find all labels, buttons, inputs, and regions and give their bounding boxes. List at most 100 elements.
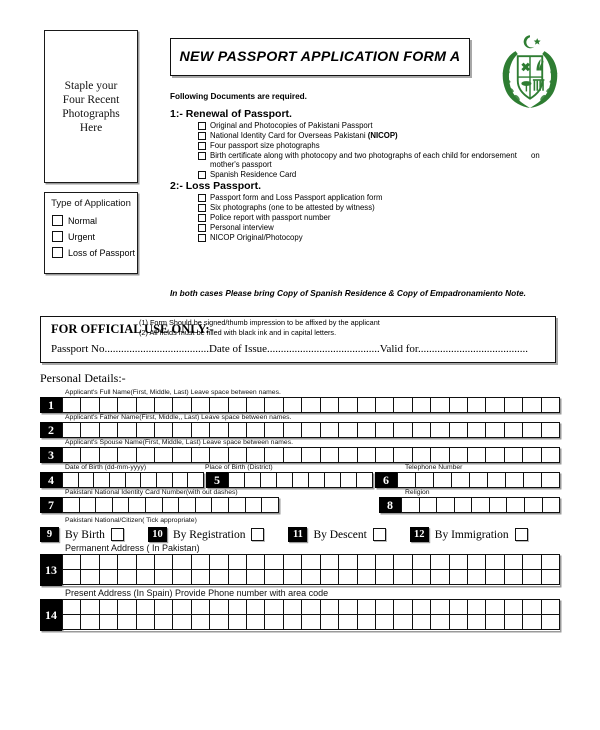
input-cell[interactable] bbox=[135, 397, 156, 413]
input-cell[interactable] bbox=[466, 569, 487, 585]
input-cell[interactable] bbox=[190, 554, 211, 570]
input-cell[interactable] bbox=[506, 497, 525, 513]
input-cell[interactable] bbox=[109, 472, 126, 488]
input-cell[interactable] bbox=[246, 599, 266, 615]
input-cell[interactable] bbox=[62, 422, 82, 438]
checkbox-icon[interactable] bbox=[198, 194, 206, 203]
checkbox-icon[interactable] bbox=[198, 233, 206, 242]
input-cell[interactable] bbox=[228, 497, 246, 513]
input-cell[interactable] bbox=[319, 569, 340, 585]
input-cell[interactable] bbox=[98, 554, 119, 570]
input-cell[interactable] bbox=[117, 614, 137, 630]
input-cell[interactable] bbox=[397, 472, 416, 488]
input-cell[interactable] bbox=[540, 397, 560, 413]
document-item[interactable]: Passport form and Loss Passport applicat… bbox=[198, 193, 570, 202]
input-cell[interactable] bbox=[356, 422, 376, 438]
input-cell[interactable] bbox=[319, 422, 340, 438]
input-cell[interactable] bbox=[301, 554, 321, 570]
input-cell[interactable] bbox=[190, 569, 211, 585]
input-cell[interactable] bbox=[393, 554, 413, 570]
document-item[interactable]: Police report with passport number bbox=[198, 213, 570, 222]
input-cell[interactable] bbox=[260, 472, 277, 488]
input-cell[interactable] bbox=[430, 599, 450, 615]
input-cell[interactable] bbox=[282, 614, 303, 630]
input-cell[interactable] bbox=[246, 397, 266, 413]
input-cell[interactable] bbox=[209, 569, 229, 585]
input-cell[interactable] bbox=[62, 599, 82, 615]
input-cell[interactable] bbox=[448, 614, 468, 630]
document-item[interactable]: National Identity Card for Overseas Paki… bbox=[198, 131, 570, 140]
checkbox-icon-normal[interactable] bbox=[52, 215, 63, 226]
input-cell[interactable] bbox=[393, 422, 413, 438]
input-cell[interactable] bbox=[503, 569, 524, 585]
input-cell[interactable] bbox=[338, 569, 358, 585]
field-14-input-grid[interactable] bbox=[62, 599, 560, 631]
input-cell[interactable] bbox=[135, 554, 156, 570]
input-cell[interactable] bbox=[154, 569, 174, 585]
checkbox-icon-by-birth[interactable] bbox=[110, 528, 124, 541]
input-cell[interactable] bbox=[338, 397, 358, 413]
input-cell[interactable] bbox=[301, 599, 321, 615]
input-cell[interactable] bbox=[411, 397, 432, 413]
input-cell[interactable] bbox=[154, 554, 174, 570]
field-7-input-grid[interactable] bbox=[62, 497, 279, 513]
input-cell[interactable] bbox=[448, 569, 468, 585]
input-cell[interactable] bbox=[264, 599, 284, 615]
input-cell[interactable] bbox=[93, 472, 111, 488]
input-cell[interactable] bbox=[80, 569, 100, 585]
input-cell[interactable] bbox=[154, 614, 174, 630]
checkbox-icon-urgent[interactable] bbox=[52, 231, 63, 242]
document-item[interactable]: Personal interview bbox=[198, 223, 570, 232]
input-cell[interactable] bbox=[209, 554, 229, 570]
input-cell[interactable] bbox=[466, 397, 487, 413]
input-cell[interactable] bbox=[540, 614, 560, 630]
document-item[interactable]: Birth certificate along with photocopy a… bbox=[198, 151, 570, 170]
input-cell[interactable] bbox=[340, 472, 357, 488]
input-cell[interactable] bbox=[111, 497, 130, 513]
checkbox-icon[interactable] bbox=[198, 131, 206, 140]
input-cell[interactable] bbox=[523, 472, 542, 488]
input-cell[interactable] bbox=[117, 422, 137, 438]
input-cell[interactable] bbox=[301, 569, 321, 585]
input-cell[interactable] bbox=[62, 472, 79, 488]
input-cell[interactable] bbox=[264, 614, 284, 630]
input-cell[interactable] bbox=[430, 569, 450, 585]
input-cell[interactable] bbox=[522, 447, 542, 463]
input-cell[interactable] bbox=[308, 472, 325, 488]
citizen-option-by-immigration[interactable]: 12 By Immigration bbox=[409, 527, 528, 542]
input-cell[interactable] bbox=[338, 422, 358, 438]
input-cell[interactable] bbox=[209, 614, 229, 630]
input-cell[interactable] bbox=[98, 422, 119, 438]
input-cell[interactable] bbox=[338, 599, 358, 615]
input-cell[interactable] bbox=[471, 497, 490, 513]
input-cell[interactable] bbox=[276, 472, 293, 488]
input-cell[interactable] bbox=[135, 422, 156, 438]
type-option-loss-of-passport[interactable]: Loss of Passport bbox=[52, 247, 137, 258]
checkbox-icon[interactable] bbox=[198, 141, 206, 150]
input-cell[interactable] bbox=[246, 447, 266, 463]
input-cell[interactable] bbox=[433, 472, 452, 488]
document-item[interactable]: Spanish Residence Card bbox=[198, 170, 570, 179]
input-cell[interactable] bbox=[324, 472, 341, 488]
input-cell[interactable] bbox=[98, 614, 119, 630]
input-cell[interactable] bbox=[466, 599, 487, 615]
checkbox-icon[interactable] bbox=[198, 214, 206, 223]
input-cell[interactable] bbox=[505, 472, 524, 488]
input-cell[interactable] bbox=[135, 447, 156, 463]
input-cell[interactable] bbox=[487, 472, 506, 488]
input-cell[interactable] bbox=[319, 599, 340, 615]
input-cell[interactable] bbox=[244, 497, 263, 513]
input-cell[interactable] bbox=[211, 497, 230, 513]
input-cell[interactable] bbox=[356, 614, 376, 630]
input-cell[interactable] bbox=[128, 497, 147, 513]
input-cell[interactable] bbox=[264, 422, 284, 438]
input-cell[interactable] bbox=[246, 554, 266, 570]
input-cell[interactable] bbox=[411, 614, 432, 630]
input-cell[interactable] bbox=[209, 447, 229, 463]
input-cell[interactable] bbox=[171, 472, 189, 488]
input-cell[interactable] bbox=[503, 422, 524, 438]
input-cell[interactable] bbox=[246, 569, 266, 585]
input-cell[interactable] bbox=[522, 422, 542, 438]
input-cell[interactable] bbox=[172, 447, 192, 463]
input-cell[interactable] bbox=[178, 497, 196, 513]
